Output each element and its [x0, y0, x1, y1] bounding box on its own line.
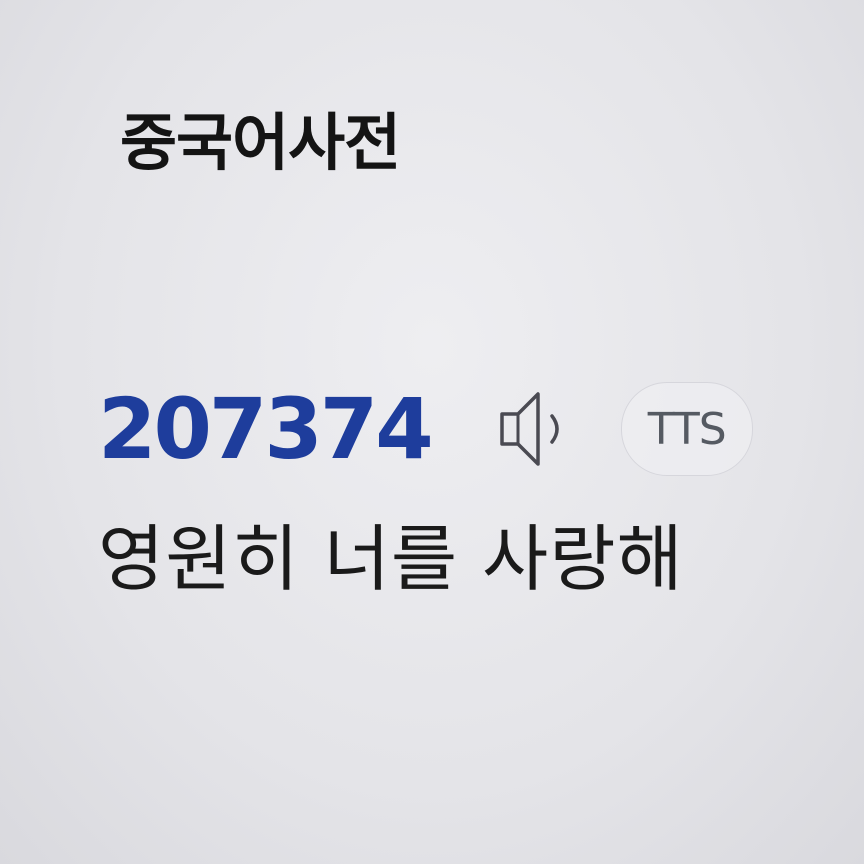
entry-word: 207374: [98, 380, 434, 478]
tts-button[interactable]: TTS: [620, 382, 753, 476]
speaker-icon: [499, 392, 559, 466]
entry-header: 207374 TTS: [98, 374, 753, 484]
speaker-button[interactable]: [491, 384, 587, 474]
app-title: 중국어사전: [120, 106, 401, 179]
dictionary-screen: 중국어사전 207374 TTS 영원히 너를 사랑해: [0, 0, 864, 864]
entry-meaning: 영원히 너를 사랑해: [98, 517, 684, 601]
